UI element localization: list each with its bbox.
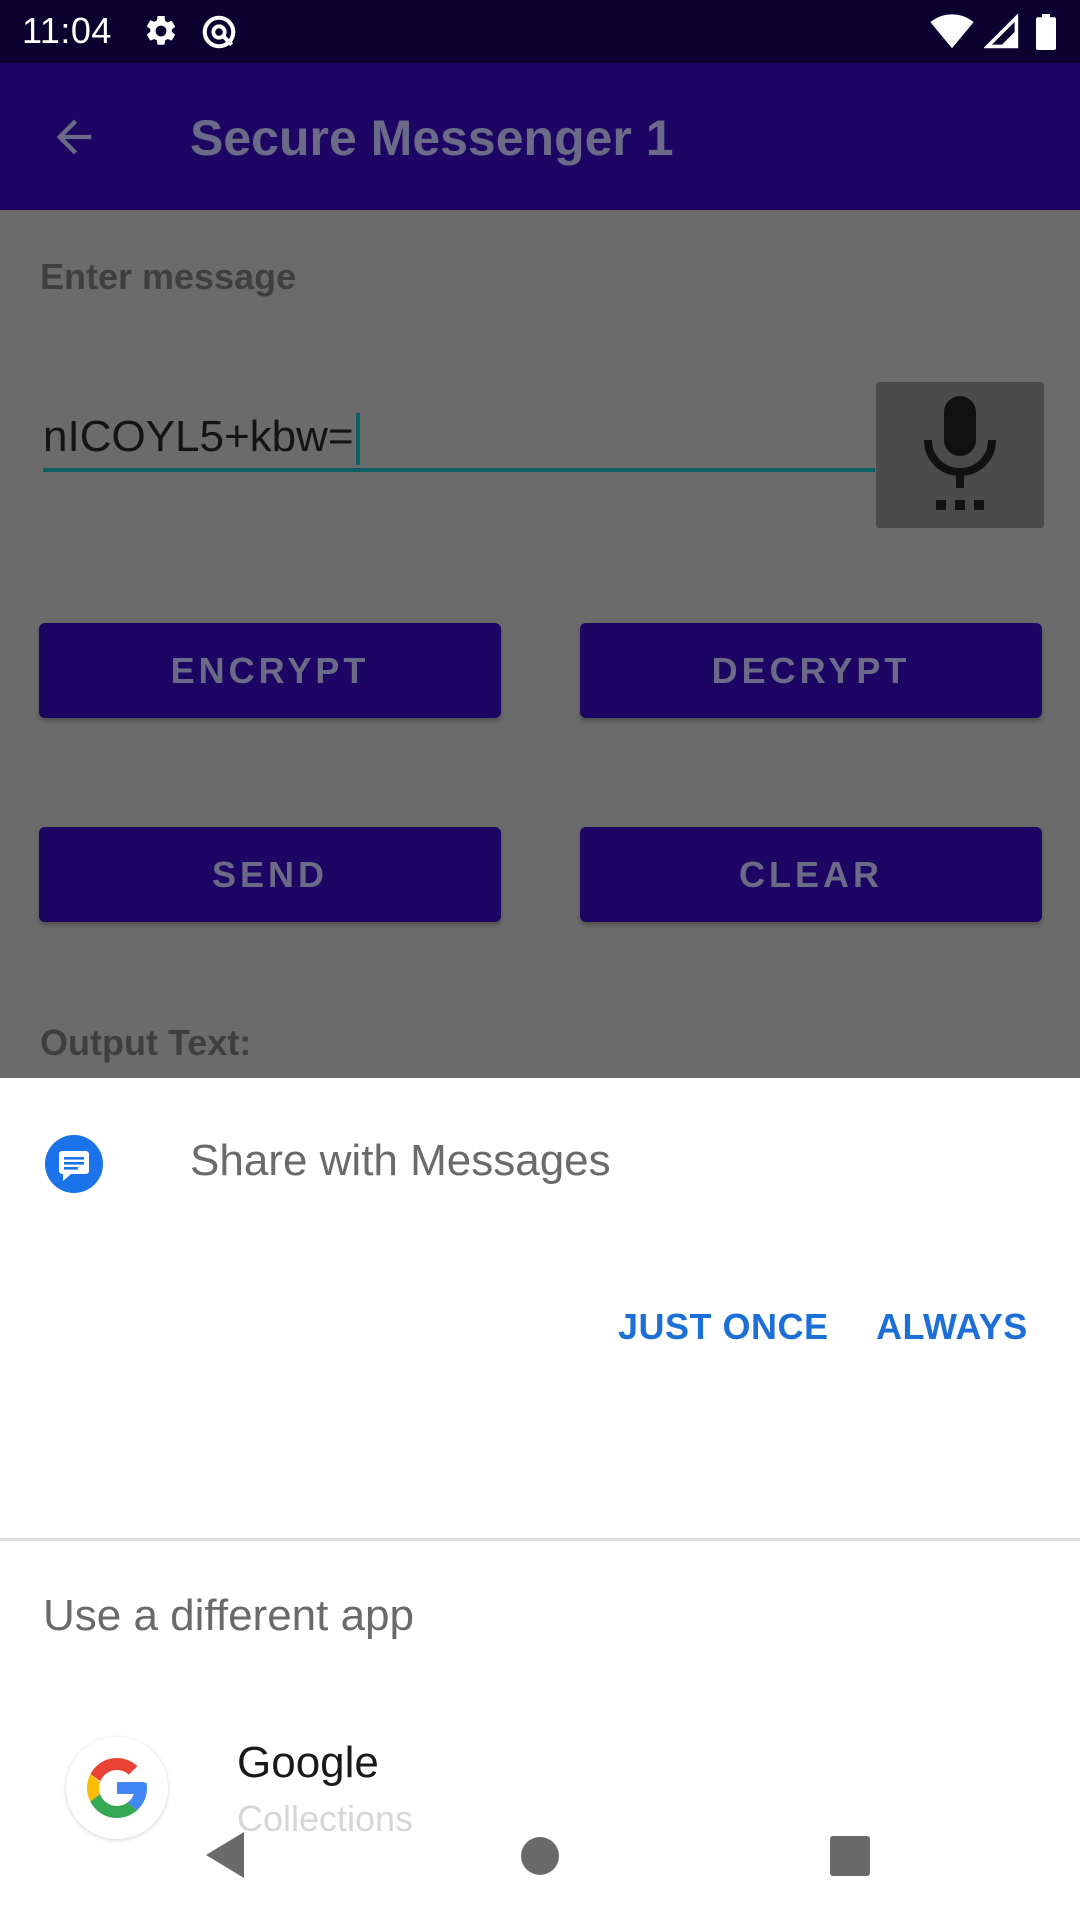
share-title: Share with Messages xyxy=(190,1136,611,1185)
encrypt-button[interactable]: ENCRYPT xyxy=(39,623,501,718)
clear-button[interactable]: CLEAR xyxy=(580,827,1042,922)
enter-message-label: Enter message xyxy=(40,256,297,297)
battery-icon xyxy=(1036,14,1056,50)
app-title: Secure Messenger 1 xyxy=(190,110,674,166)
share-bottom-sheet: Share with Messages JUST ONCE ALWAYS Use… xyxy=(0,1078,1080,1920)
app-name: Google xyxy=(237,1738,379,1787)
send-button[interactable]: SEND xyxy=(39,827,501,922)
nav-home-icon[interactable] xyxy=(520,1836,560,1876)
mic-button[interactable] xyxy=(876,382,1044,528)
divider xyxy=(0,1538,1080,1541)
output-text-label: Output Text: xyxy=(40,1022,252,1063)
nav-recents-icon[interactable] xyxy=(830,1836,870,1876)
signal-icon xyxy=(984,14,1019,49)
use-different-app-label: Use a different app xyxy=(43,1591,414,1640)
status-bar: 11:04 xyxy=(0,0,1080,63)
gear-icon xyxy=(143,13,179,49)
messages-icon xyxy=(44,1134,104,1194)
decrypt-button[interactable]: DECRYPT xyxy=(580,623,1042,718)
app-bar: Secure Messenger 1 xyxy=(0,63,1080,210)
just-once-button[interactable]: JUST ONCE xyxy=(618,1306,829,1348)
message-input[interactable]: nICOYL5+kbw= xyxy=(43,406,875,472)
status-time: 11:04 xyxy=(22,10,112,51)
wifi-icon xyxy=(930,14,974,49)
always-button[interactable]: ALWAYS xyxy=(876,1306,1028,1348)
text-caret xyxy=(355,413,360,466)
vpn-icon xyxy=(200,13,238,51)
microphone-icon xyxy=(924,396,996,510)
nav-back-icon[interactable] xyxy=(206,1832,246,1878)
main-content: Enter message nICOYL5+kbw= ENCRYPT DECRY… xyxy=(0,210,1080,1078)
navigation-bar xyxy=(0,1800,1080,1920)
message-input-value: nICOYL5+kbw= xyxy=(43,412,354,461)
arrow-back-icon[interactable] xyxy=(48,111,100,163)
status-indicators xyxy=(930,12,1060,52)
